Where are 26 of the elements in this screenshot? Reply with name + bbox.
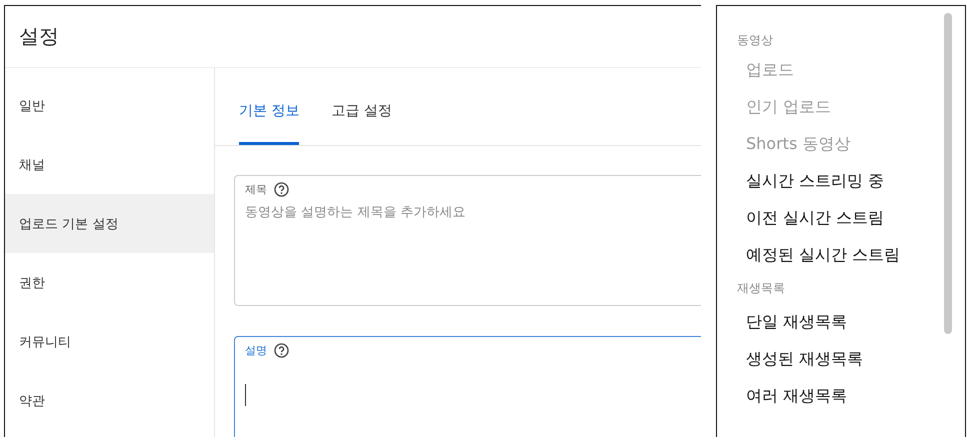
help-icon[interactable] <box>274 182 289 197</box>
text-field[interactable]: 제목 동영상을 설명하는 제목을 추가하세요 <box>234 175 701 306</box>
section-heading: 동영상 <box>737 32 774 48</box>
menu-item[interactable]: 이전 실시간 스트림 <box>737 200 965 237</box>
sidebar-item[interactable]: 커뮤니티 <box>5 312 214 371</box>
placeholder-text: 동영상을 설명하는 제목을 추가하세요 <box>245 204 466 221</box>
menu-item[interactable]: 예정된 실시간 스트림 <box>737 237 965 274</box>
text-field[interactable]: 설명 <box>234 336 701 437</box>
tab[interactable]: 고급 설정 <box>331 68 392 145</box>
menu-item[interactable]: 실시간 스트리밍 중 <box>737 163 965 200</box>
sidebar-item[interactable]: 업로드 기본 설정 <box>5 194 214 253</box>
field-label: 설명 <box>245 343 267 358</box>
text-cursor <box>245 384 246 406</box>
sidebar-item[interactable]: 약관 <box>5 371 214 430</box>
sidebar-item[interactable]: 권한 <box>5 253 214 312</box>
panel-title: 설정 <box>5 6 701 68</box>
sidebar-item[interactable]: 채널 <box>5 135 214 194</box>
scrollbar-thumb[interactable] <box>944 13 952 334</box>
menu-item[interactable]: 여러 재생목록 <box>737 378 965 415</box>
tab[interactable]: 기본 정보 <box>239 68 300 145</box>
field-label: 제목 <box>245 182 267 197</box>
menu-item[interactable]: 단일 재생목록 <box>737 304 965 341</box>
sidebar-item[interactable]: 일반 <box>5 76 214 135</box>
menu-item[interactable]: 생성된 재생목록 <box>737 341 965 378</box>
section-heading: 재생목록 <box>737 280 786 296</box>
help-icon[interactable] <box>274 343 289 358</box>
